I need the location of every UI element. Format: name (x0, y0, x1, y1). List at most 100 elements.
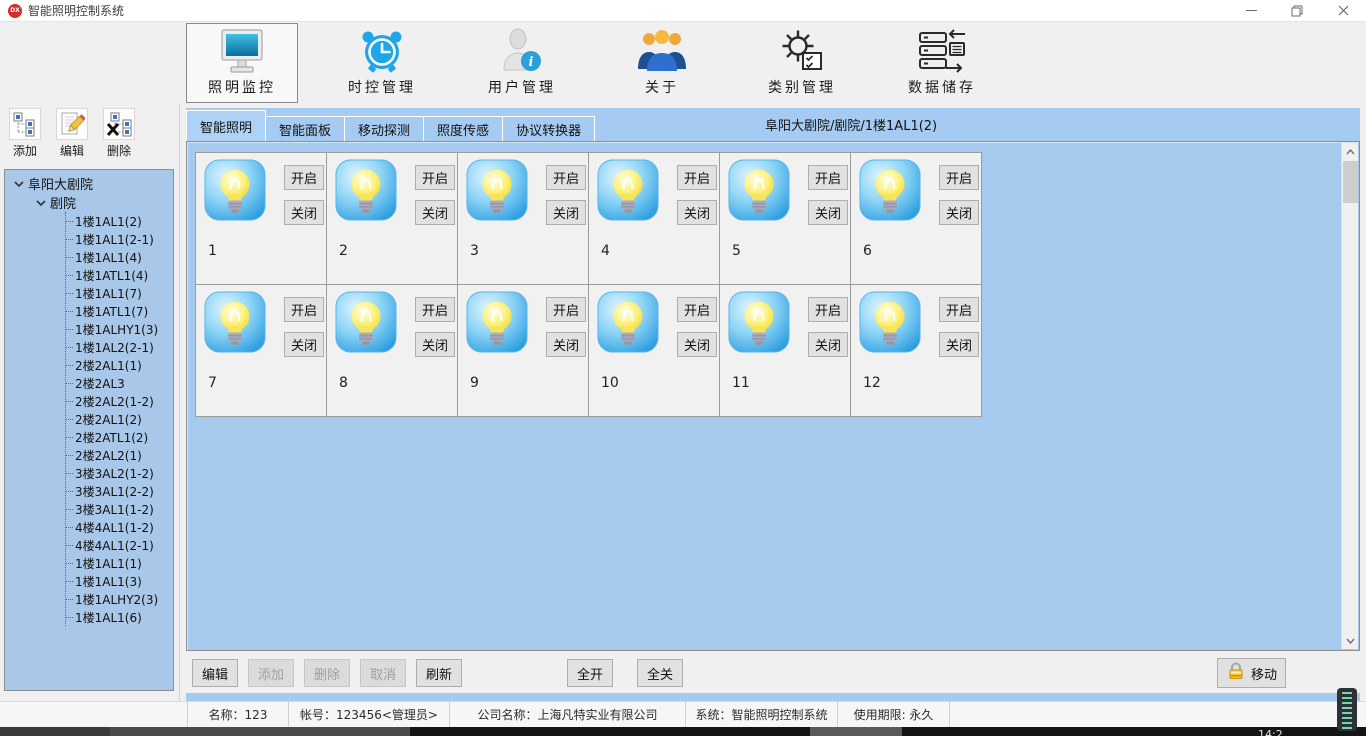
light-off-button[interactable]: 关闭 (546, 200, 586, 225)
light-off-button[interactable]: 关闭 (415, 332, 455, 357)
tree-leaf-list: 1楼1AL1(2)1楼1AL1(2-1)1楼1AL1(4)1楼1ATL1(4)1… (65, 212, 173, 626)
all-off-button[interactable]: 全关 (637, 659, 683, 687)
light-number: 2 (339, 243, 348, 259)
tab-item[interactable]: 照度传感 (424, 116, 503, 141)
light-on-button[interactable]: 开启 (808, 297, 848, 322)
taskbar-device-icon[interactable] (1337, 688, 1357, 731)
tree-leaf-item[interactable]: 1楼1AL1(3) (66, 572, 173, 590)
tree-leaf-item[interactable]: 3楼3AL1(1-2) (66, 500, 173, 518)
tree-leaf-item[interactable]: 1楼1ATL1(4) (66, 266, 173, 284)
light-number: 3 (470, 243, 479, 259)
scroll-down-icon[interactable] (1342, 632, 1359, 649)
light-on-button[interactable]: 开启 (546, 297, 586, 322)
scroll-up-icon[interactable] (1342, 143, 1359, 160)
tree-leaf-item[interactable]: 2楼2AL2(1) (66, 446, 173, 464)
scrollbar-thumb[interactable] (1343, 161, 1358, 203)
move-button[interactable]: 移动 (1217, 658, 1286, 688)
tree-leaf-item[interactable]: 4楼4AL1(1-2) (66, 518, 173, 536)
toolbar-button-people[interactable]: 关于 (606, 23, 718, 103)
light-on-button[interactable]: 开启 (415, 297, 455, 322)
light-bulb-icon (728, 159, 790, 225)
light-off-button[interactable]: 关闭 (677, 200, 717, 225)
status-segment: 使用期限: 永久 (838, 702, 950, 727)
action-button[interactable]: 编辑 (192, 659, 238, 687)
light-on-button[interactable]: 开启 (939, 297, 979, 322)
tab-item[interactable]: 智能面板 (266, 116, 345, 141)
restore-button[interactable] (1274, 0, 1320, 22)
all-on-button[interactable]: 全开 (567, 659, 613, 687)
tree-leaf-item[interactable]: 1楼1AL1(7) (66, 284, 173, 302)
tree-leaf-item[interactable]: 3楼3AL2(1-2) (66, 464, 173, 482)
light-grid: 开启关闭1开启关闭2开启关闭3开启关闭4开启关闭5开启关闭6开启关闭7开启关闭8… (195, 152, 982, 417)
toolbar-button-label: 照明监控 (208, 77, 276, 97)
tree-leaf-item[interactable]: 1楼1AL1(6) (66, 608, 173, 626)
chevron-down-icon[interactable] (13, 180, 25, 188)
light-bulb-icon (204, 159, 266, 225)
tree-toolbar-delete-node[interactable]: 删除 (100, 108, 138, 165)
light-off-button[interactable]: 关闭 (284, 200, 324, 225)
tree-leaf-item[interactable]: 1楼1AL1(2-1) (66, 230, 173, 248)
tree-leaf-item[interactable]: 2楼2AL1(1) (66, 356, 173, 374)
tree-leaf-item[interactable]: 4楼4AL1(2-1) (66, 536, 173, 554)
tab-item[interactable]: 移动探测 (345, 116, 424, 141)
lights-content-panel: 开启关闭1开启关闭2开启关闭3开启关闭4开启关闭5开启关闭6开启关闭7开启关闭8… (186, 141, 1360, 651)
gear-checklist-icon (777, 25, 827, 77)
tree-toolbar-label: 删除 (107, 142, 131, 159)
light-number: 4 (601, 243, 610, 259)
light-bulb-icon (335, 291, 397, 357)
light-off-button[interactable]: 关闭 (415, 200, 455, 225)
tree-leaf-item[interactable]: 1楼1AL2(2-1) (66, 338, 173, 356)
tree-leaf-item[interactable]: 1楼1ALHY1(3) (66, 320, 173, 338)
tab-item[interactable]: 协议转换器 (503, 116, 595, 141)
tree-leaf-item[interactable]: 1楼1ATL1(7) (66, 302, 173, 320)
tree-leaf-item[interactable]: 3楼3AL1(2-2) (66, 482, 173, 500)
tree-toolbar: 添加编辑删除 (0, 103, 179, 165)
light-off-button[interactable]: 关闭 (939, 200, 979, 225)
taskbar-segment (0, 727, 110, 736)
light-cell: 开启关闭12 (851, 285, 981, 416)
light-on-button[interactable]: 开启 (415, 165, 455, 190)
light-cell: 开启关闭8 (327, 285, 457, 416)
tree-leaf-item[interactable]: 1楼1ALHY2(3) (66, 590, 173, 608)
toolbar-button-data-storage[interactable]: 数据储存 (886, 23, 998, 103)
minimize-button[interactable] (1228, 0, 1274, 22)
taskbar-segment (110, 727, 410, 736)
tree-leaf-item[interactable]: 2楼2AL3 (66, 374, 173, 392)
light-off-button[interactable]: 关闭 (808, 332, 848, 357)
tree-leaf-item[interactable]: 1楼1AL1(1) (66, 554, 173, 572)
light-on-button[interactable]: 开启 (939, 165, 979, 190)
toolbar-button-alarm-clock[interactable]: 时控管理 (326, 23, 438, 103)
light-on-button[interactable]: 开启 (808, 165, 848, 190)
light-off-button[interactable]: 关闭 (677, 332, 717, 357)
light-on-button[interactable]: 开启 (284, 165, 324, 190)
action-button[interactable]: 刷新 (416, 659, 462, 687)
chevron-down-icon[interactable] (35, 199, 47, 207)
toolbar-button-user-info[interactable]: i用户管理 (466, 23, 578, 103)
light-cell: 开启关闭9 (458, 285, 588, 416)
toolbar-button-monitor[interactable]: 照明监控 (186, 23, 298, 103)
tree-node-group[interactable]: 剧院 (5, 193, 173, 212)
tree-node-root[interactable]: 阜阳大剧院 (5, 174, 173, 193)
light-on-button[interactable]: 开启 (677, 297, 717, 322)
tree-leaf-item[interactable]: 2楼2AL1(2) (66, 410, 173, 428)
light-on-button[interactable]: 开启 (677, 165, 717, 190)
light-on-button[interactable]: 开启 (284, 297, 324, 322)
light-off-button[interactable]: 关闭 (284, 332, 324, 357)
tree-toolbar-add-node[interactable]: 添加 (6, 108, 44, 165)
light-off-button[interactable]: 关闭 (546, 332, 586, 357)
tree-toolbar-edit-pencil[interactable]: 编辑 (53, 108, 91, 165)
tree-leaf-item[interactable]: 2楼2ATL1(2) (66, 428, 173, 446)
light-off-button[interactable]: 关闭 (808, 200, 848, 225)
toolbar-button-label: 关于 (645, 77, 679, 97)
tree-leaf-item[interactable]: 2楼2AL2(1-2) (66, 392, 173, 410)
tree-leaf-item[interactable]: 1楼1AL1(4) (66, 248, 173, 266)
light-on-button[interactable]: 开启 (546, 165, 586, 190)
close-button[interactable] (1320, 0, 1366, 22)
tree-leaf-item[interactable]: 1楼1AL1(2) (66, 212, 173, 230)
tab-selected[interactable]: 智能照明 (186, 110, 266, 141)
status-segment: 名称：123 (187, 702, 289, 727)
vertical-scrollbar[interactable] (1341, 143, 1358, 649)
light-bulb-icon (335, 159, 397, 225)
toolbar-button-gear-checklist[interactable]: 类别管理 (746, 23, 858, 103)
light-off-button[interactable]: 关闭 (939, 332, 979, 357)
